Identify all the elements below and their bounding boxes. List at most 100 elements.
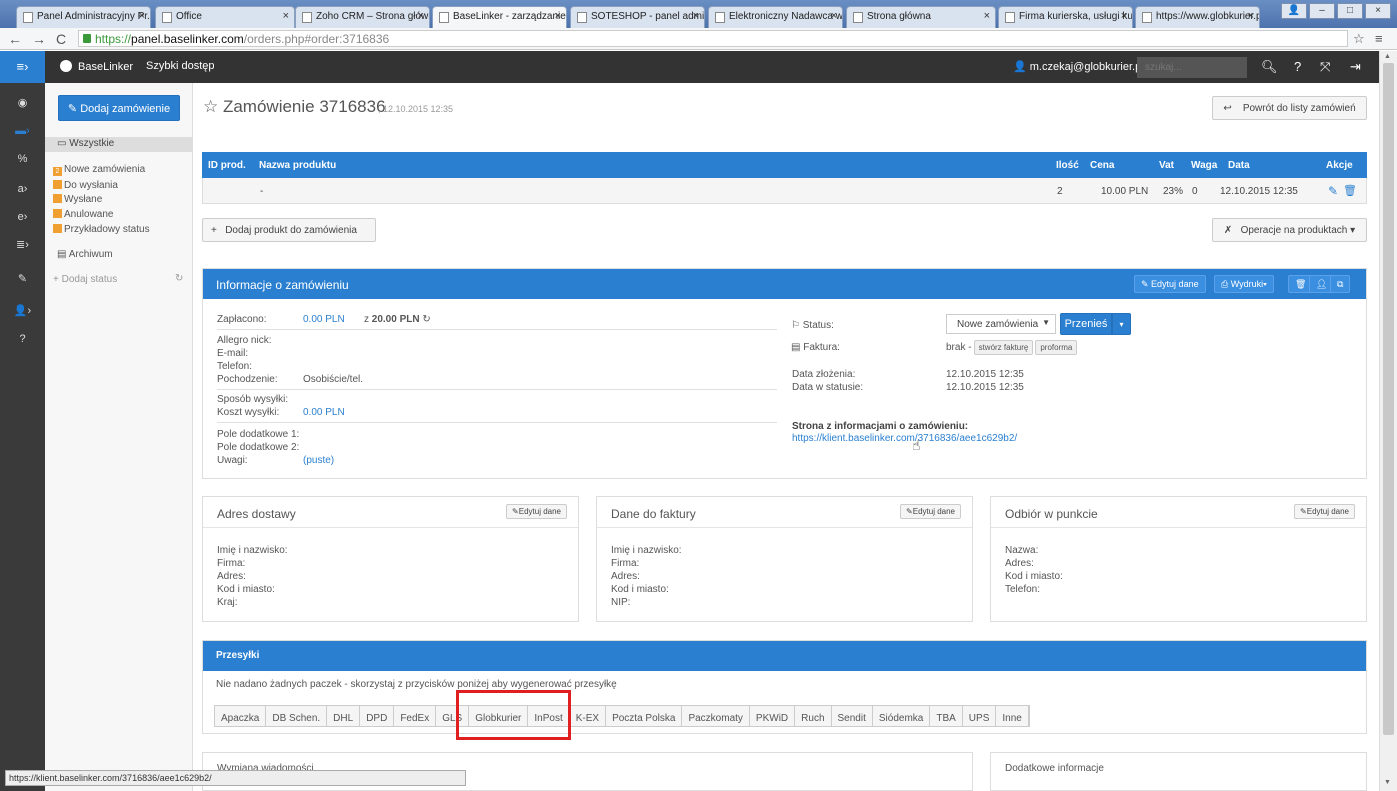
close-icon[interactable]: × — [831, 10, 837, 22]
close-icon[interactable]: × — [984, 10, 990, 22]
help-icon[interactable]: ? — [1294, 59, 1301, 74]
scrollbar-thumb[interactable] — [1383, 63, 1394, 735]
shipping-cost-value[interactable]: 0.00 PLN — [303, 407, 345, 418]
search-icon[interactable]: 🔍︎ — [1261, 59, 1278, 75]
move-dropdown-caret[interactable]: ▾ — [1112, 313, 1131, 335]
courier-button-poczta-polska[interactable]: Poczta Polska — [606, 706, 683, 726]
scroll-up-icon[interactable]: ▲ — [1384, 53, 1391, 60]
courier-button-fedex[interactable]: FedEx — [394, 706, 437, 726]
field-label: Imię i nazwisko: — [611, 545, 682, 556]
box-title: Adres dostawy — [217, 507, 296, 521]
close-icon[interactable]: × — [693, 10, 699, 22]
product-operations-dropdown[interactable]: ✗ Operacje na produktach ▾ — [1212, 218, 1367, 242]
cart-icon[interactable]: ▬› — [0, 121, 45, 141]
close-icon[interactable]: × — [1121, 10, 1127, 22]
sidebar-item-all[interactable]: ▭ Wszystkie — [45, 137, 193, 152]
refresh-icon[interactable]: ↻ — [422, 314, 430, 325]
status-select[interactable]: Nowe zamówienia ▼ — [946, 314, 1056, 334]
storage-icon[interactable]: ≣› — [0, 235, 45, 255]
courier-button-ruch[interactable]: Ruch — [795, 706, 832, 726]
close-icon[interactable]: × — [1248, 10, 1254, 22]
browser-tab[interactable]: https://www.globkurier.pl × — [1135, 6, 1260, 28]
browser-tab[interactable]: Firma kurierska, usługi kur × — [998, 6, 1133, 28]
browser-tab[interactable]: SOTESHOP - panel admin × — [570, 6, 705, 28]
courier-button-paczkomaty[interactable]: Paczkomaty — [682, 706, 750, 726]
create-invoice-button[interactable]: stwórz fakturę — [973, 340, 1034, 355]
edit-pencil-icon[interactable]: ✎ — [1328, 184, 1338, 198]
close-icon[interactable]: × — [283, 10, 289, 22]
dashboard-icon[interactable]: ◉ — [0, 93, 45, 113]
edit-invoice-button[interactable]: ✎Edytuj dane — [900, 504, 961, 519]
tools-icon[interactable]: ✎ — [0, 269, 45, 289]
brand-logo[interactable]: BaseLinker — [60, 60, 133, 73]
page-scrollbar[interactable]: ▲ ▼ — [1379, 51, 1397, 791]
user-icon[interactable]: 👤 — [1281, 3, 1307, 19]
forward-arrow-icon[interactable]: → — [32, 31, 46, 47]
reload-icon[interactable]: C — [56, 31, 66, 47]
courier-button-ups[interactable]: UPS — [962, 706, 997, 726]
menu-icon[interactable]: ≡ — [1375, 31, 1383, 46]
courier-button-other[interactable]: Inne — [996, 706, 1029, 726]
edit-pickup-button[interactable]: ✎Edytuj dane — [1294, 504, 1355, 519]
star-icon[interactable]: ☆ — [1353, 31, 1365, 47]
hamburger-menu-icon[interactable]: ≡› — [0, 51, 45, 83]
account-icon[interactable]: 👤› — [0, 301, 45, 321]
close-icon[interactable]: × — [555, 10, 561, 22]
fullscreen-icon[interactable]: ⤧ — [1320, 59, 1330, 75]
cell-name[interactable]: - — [260, 186, 263, 197]
courier-button-tba[interactable]: TBA — [930, 706, 963, 726]
star-icon[interactable]: ☆ — [203, 97, 223, 116]
close-icon[interactable]: × — [139, 10, 145, 22]
url-field[interactable]: https://panel.baselinker.com/orders.php#… — [78, 30, 1348, 47]
allegro-icon[interactable]: a› — [0, 179, 45, 199]
proforma-button[interactable]: proforma — [1035, 340, 1078, 355]
move-status-button[interactable]: Przenieś — [1060, 313, 1112, 335]
edit-order-button[interactable]: ✎ Edytuj dane — [1134, 275, 1206, 293]
add-order-button[interactable]: ✎ Dodaj zamówienie — [58, 95, 180, 121]
minimize-icon[interactable]: – — [1309, 3, 1335, 19]
info-page-link[interactable]: https://klient.baselinker.com/3716836/ae… — [792, 433, 1017, 444]
integrations-icon[interactable]: % — [0, 149, 45, 169]
help-icon[interactable]: ? — [0, 329, 45, 349]
refresh-icon[interactable]: ↻ — [175, 273, 183, 284]
browser-tab[interactable]: Office × — [155, 6, 295, 28]
quick-access-link[interactable]: Szybki dostęp — [146, 60, 214, 72]
copy-order-button[interactable]: ⧉ — [1330, 275, 1351, 293]
browser-tab[interactable]: Zoho CRM – Strona główn × — [295, 6, 430, 28]
back-arrow-icon[interactable]: ← — [8, 31, 22, 47]
back-to-list-button[interactable]: ↩ Powrót do listy zamówień — [1212, 96, 1367, 120]
trash-icon[interactable]: 🗑︎ — [1343, 184, 1357, 197]
user-menu[interactable]: 👤 m.czekaj@globkurier.pl — [1013, 60, 1144, 73]
logout-icon[interactable]: ⇥ — [1350, 59, 1361, 75]
maximize-icon[interactable]: □ — [1337, 3, 1363, 19]
search-input[interactable] — [1137, 57, 1247, 78]
courier-button-pkwid[interactable]: PKWiD — [749, 706, 796, 726]
courier-button-kex[interactable]: K-EX — [569, 706, 607, 726]
courier-button-siodemka[interactable]: Siódemka — [872, 706, 931, 726]
add-product-button[interactable]: + Dodaj produkt do zamówienia — [202, 218, 376, 242]
courier-button-dpd[interactable]: DPD — [360, 706, 395, 726]
browser-tab[interactable]: Panel Administracyjny Pr... × — [16, 6, 151, 28]
sidebar-status-item[interactable]: 2 Nowe zamówienia — [53, 164, 145, 176]
sidebar-status-item[interactable]: Anulowane — [53, 209, 113, 220]
sidebar-status-item[interactable]: Przykładowy status — [53, 224, 150, 235]
sidebar-status-item[interactable]: Do wysłania — [53, 180, 118, 191]
courier-button-apaczka[interactable]: Apaczka — [215, 706, 267, 726]
add-status-link[interactable]: + Dodaj status — [53, 274, 117, 285]
courier-button-dbschenker[interactable]: DB Schen. — [266, 706, 328, 726]
scroll-down-icon[interactable]: ▼ — [1384, 779, 1391, 786]
sidebar-item-archive[interactable]: ▤ Archiwum — [57, 249, 113, 260]
close-window-icon[interactable]: × — [1365, 3, 1391, 19]
sidebar-status-item[interactable]: Wysłane — [53, 194, 102, 205]
paid-value[interactable]: 0.00 PLN — [303, 314, 345, 325]
browser-tab[interactable]: Strona główna × — [846, 6, 996, 28]
courier-button-sendit[interactable]: Sendit — [831, 706, 873, 726]
browser-tab-active[interactable]: BaseLinker - zarządzanie z × — [432, 6, 567, 28]
courier-button-dhl[interactable]: DHL — [327, 706, 361, 726]
edit-delivery-button[interactable]: ✎Edytuj dane — [506, 504, 567, 519]
notes-value[interactable]: (puste) — [303, 455, 334, 466]
browser-tab[interactable]: Elektroniczny Nadawca w × — [708, 6, 843, 28]
close-icon[interactable]: × — [418, 10, 424, 22]
ebay-icon[interactable]: e› — [0, 207, 45, 227]
prints-dropdown[interactable]: ⎙ Wydruki▾ — [1214, 275, 1274, 293]
